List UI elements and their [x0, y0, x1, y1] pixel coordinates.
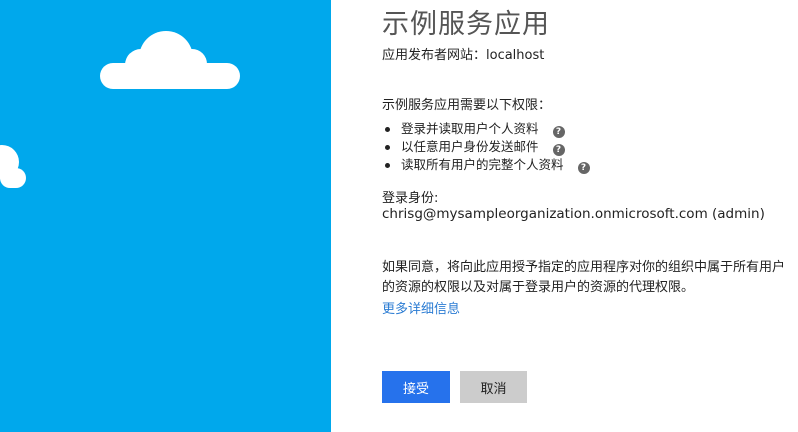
- permission-item: 登录并读取用户个人资料?: [382, 120, 590, 138]
- signed-in-label: 登录身份:: [382, 191, 439, 206]
- permission-label: 以任意用户身份发送邮件: [401, 139, 539, 154]
- more-details-link[interactable]: 更多详细信息: [382, 298, 460, 317]
- accept-button[interactable]: 接受: [382, 371, 450, 403]
- permission-item: 以任意用户身份发送邮件?: [382, 138, 590, 156]
- publisher-info: 应用发布者网站：localhost: [382, 48, 545, 63]
- consent-description: 如果同意，将向此应用授予指定的应用程序对你的组织中属于所有用户的资源的权限以及对…: [382, 260, 786, 295]
- permissions-list: 登录并读取用户个人资料? 以任意用户身份发送邮件? 读取所有用户的完整个人资料?: [382, 120, 590, 174]
- permission-item: 读取所有用户的完整个人资料?: [382, 156, 590, 174]
- help-icon[interactable]: ?: [577, 162, 590, 174]
- app-title: 示例服务应用: [382, 9, 550, 40]
- consent-panel: 示例服务应用 应用发布者网站：localhost 示例服务应用需要以下权限： 登…: [382, 0, 792, 432]
- bullet: [385, 145, 390, 150]
- cancel-button[interactable]: 取消: [460, 371, 527, 403]
- cloud-icon: [100, 31, 240, 89]
- decorative-sky-panel: [0, 0, 331, 432]
- bullet: [385, 163, 390, 168]
- signed-in-user: chrisg@mysampleorganization.onmicrosoft.…: [382, 206, 765, 222]
- help-icon[interactable]: ?: [552, 126, 565, 138]
- permissions-intro: 示例服务应用需要以下权限：: [382, 98, 552, 113]
- permission-label: 读取所有用户的完整个人资料: [401, 157, 564, 172]
- help-icon[interactable]: ?: [552, 144, 565, 156]
- cloud-icon: [0, 145, 26, 188]
- permission-label: 登录并读取用户个人资料: [401, 121, 539, 136]
- bullet: [385, 127, 390, 132]
